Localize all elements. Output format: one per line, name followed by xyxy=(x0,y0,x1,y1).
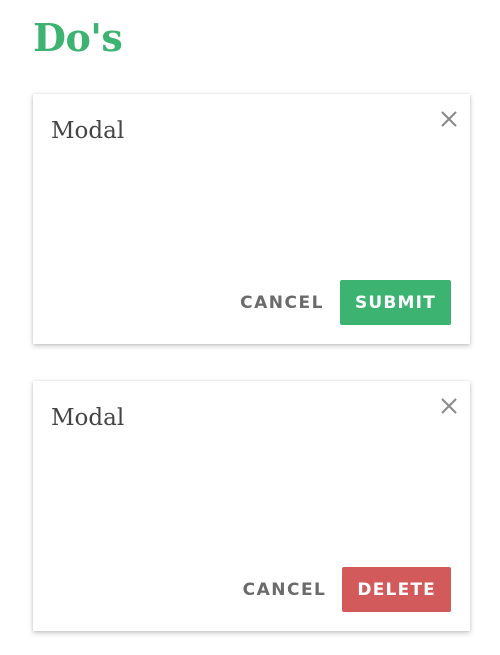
close-icon xyxy=(441,398,457,414)
close-icon xyxy=(441,111,457,127)
close-button[interactable] xyxy=(438,108,460,130)
modal-actions: CANCEL SUBMIT xyxy=(240,280,451,325)
delete-modal: Modal CANCEL DELETE xyxy=(33,381,470,631)
submit-modal: Modal CANCEL SUBMIT xyxy=(33,94,470,344)
cancel-button[interactable]: CANCEL xyxy=(240,293,324,313)
delete-button[interactable]: DELETE xyxy=(342,567,451,612)
close-button[interactable] xyxy=(438,395,460,417)
modal-title: Modal xyxy=(51,405,125,431)
cancel-button[interactable]: CANCEL xyxy=(243,580,327,600)
page-title: Do's xyxy=(33,15,123,60)
modal-actions: CANCEL DELETE xyxy=(243,567,451,612)
submit-button[interactable]: SUBMIT xyxy=(339,280,451,325)
modal-title: Modal xyxy=(51,118,125,144)
